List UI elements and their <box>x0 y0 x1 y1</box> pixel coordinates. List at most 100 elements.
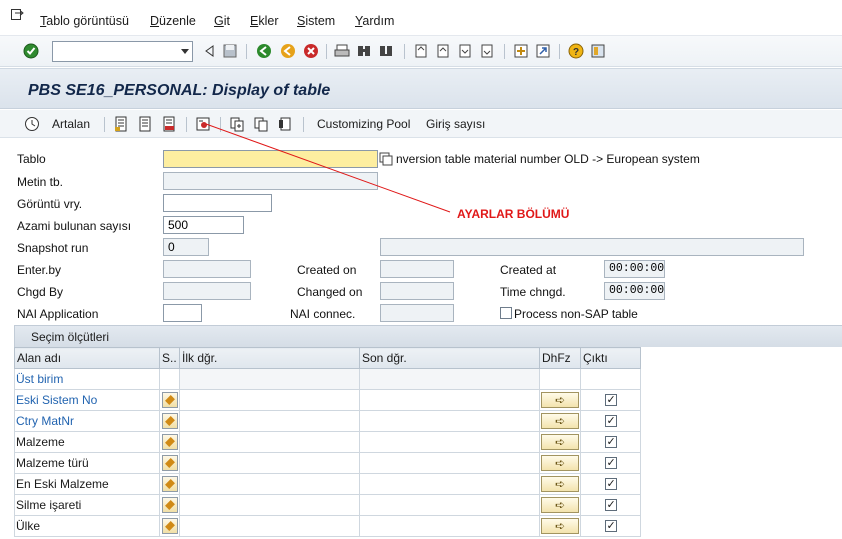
azami-input[interactable]: 500 <box>163 216 244 234</box>
enter-check-icon[interactable] <box>23 43 39 59</box>
high-value-input[interactable] <box>359 389 540 411</box>
multiple-selection-arrow-icon[interactable] <box>541 392 579 408</box>
high-value-input[interactable] <box>359 452 540 474</box>
execute-in-background-icon[interactable] <box>24 116 40 132</box>
high-value-input[interactable] <box>359 431 540 453</box>
back-icon[interactable] <box>256 43 272 59</box>
display-selection-icon[interactable] <box>253 116 269 132</box>
exit-icon[interactable] <box>280 43 296 59</box>
last-page-icon[interactable] <box>479 43 495 59</box>
field-name[interactable]: Ctry MatNr <box>14 410 160 432</box>
selection-options-icon[interactable] <box>161 413 178 429</box>
low-value-input[interactable] <box>179 431 360 453</box>
menu-yardim[interactable]: Yardım <box>355 14 394 28</box>
low-value-input[interactable] <box>179 389 360 411</box>
col-ilk-deger[interactable]: İlk dğr. <box>179 347 360 369</box>
command-field[interactable] <box>52 41 193 62</box>
output-checkbox[interactable] <box>604 414 617 427</box>
number-of-entries-icon[interactable] <box>137 116 153 132</box>
high-value-input[interactable] <box>359 515 540 537</box>
high-value-input[interactable] <box>359 368 540 390</box>
metin-label: Metin tb. <box>17 175 64 189</box>
delete-selection-icon[interactable] <box>161 116 177 132</box>
changedon-label: Changed on <box>297 285 363 299</box>
print-icon[interactable] <box>334 43 350 59</box>
svg-text:?: ? <box>573 47 579 58</box>
multiple-selection-arrow-icon[interactable] <box>541 455 579 471</box>
low-value-input[interactable] <box>179 368 360 390</box>
high-value-input[interactable] <box>359 410 540 432</box>
table-contents-icon[interactable] <box>113 116 129 132</box>
menu-sistem[interactable]: Sistem <box>297 14 335 28</box>
copy-selection-icon[interactable] <box>229 116 245 132</box>
low-value-input[interactable] <box>179 452 360 474</box>
help-icon[interactable]: ? <box>568 43 584 59</box>
menu-ekler[interactable]: Ekler <box>250 14 279 28</box>
triangle-left-icon[interactable] <box>202 43 218 59</box>
menu-duzenle[interactable]: Düzenle <box>150 14 196 28</box>
tablo-input[interactable] <box>163 150 378 168</box>
createdon-field <box>380 260 454 278</box>
goruntu-input[interactable] <box>163 194 272 212</box>
artalan-button[interactable]: Artalan <box>52 117 90 131</box>
field-name[interactable]: Üst birim <box>14 368 160 390</box>
process-non-sap-checkbox[interactable] <box>500 307 512 319</box>
output-cell <box>580 452 641 474</box>
selection-criteria-table: Alan adı S.. İlk dğr. Son dğr. DhFz Çıkt… <box>14 347 641 537</box>
low-value-input[interactable] <box>179 473 360 495</box>
new-session-icon[interactable] <box>513 43 529 59</box>
next-page-icon[interactable] <box>457 43 473 59</box>
cancel-icon[interactable] <box>303 43 319 59</box>
selection-options-icon[interactable] <box>161 518 178 534</box>
selection-options-icon[interactable] <box>161 476 178 492</box>
low-value-input[interactable] <box>179 515 360 537</box>
col-s[interactable]: S.. <box>159 347 180 369</box>
snapshot-description-field <box>380 238 804 256</box>
selection-options-icon[interactable] <box>161 497 178 513</box>
col-dhfz[interactable]: DhFz <box>539 347 581 369</box>
document-icon[interactable] <box>277 116 293 132</box>
high-value-input[interactable] <box>359 473 540 495</box>
layout-icon[interactable] <box>590 43 606 59</box>
nai-application-input[interactable] <box>163 304 202 322</box>
output-checkbox[interactable] <box>604 477 617 490</box>
low-value-input[interactable] <box>179 410 360 432</box>
selection-options-icon[interactable] <box>161 392 178 408</box>
multiple-selection-arrow-icon[interactable] <box>541 434 579 450</box>
settings-icon[interactable] <box>195 116 211 132</box>
selection-options-icon[interactable] <box>161 455 178 471</box>
col-son-deger[interactable]: Son dğr. <box>359 347 540 369</box>
high-value-input[interactable] <box>359 494 540 516</box>
metin-field <box>163 172 378 190</box>
field-name[interactable]: Eski Sistem No <box>14 389 160 411</box>
col-alan-adi[interactable]: Alan adı <box>14 347 160 369</box>
multiple-selection-arrow-icon[interactable] <box>541 497 579 513</box>
output-checkbox[interactable] <box>604 393 617 406</box>
multiple-selection-arrow-icon[interactable] <box>541 476 579 492</box>
giris-sayisi-button[interactable]: Giriş sayısı <box>426 117 485 131</box>
low-value-input[interactable] <box>179 494 360 516</box>
multiple-selection-icon[interactable] <box>379 152 393 166</box>
output-checkbox[interactable] <box>604 435 617 448</box>
menu-icon[interactable] <box>11 9 24 21</box>
output-checkbox[interactable] <box>604 519 617 532</box>
snapshot-value: 0 <box>168 240 175 254</box>
output-checkbox[interactable] <box>604 456 617 469</box>
col-cikti[interactable]: Çıktı <box>580 347 641 369</box>
multiple-selection-arrow-icon[interactable] <box>541 518 579 534</box>
save-icon[interactable] <box>222 43 238 59</box>
customizing-pool-button[interactable]: Customizing Pool <box>317 117 410 131</box>
output-checkbox[interactable] <box>604 498 617 511</box>
previous-page-icon[interactable] <box>435 43 451 59</box>
menu-tablo-gorunusu[interactable]: Tablo görüntüsü <box>40 14 129 28</box>
multiple-selection-arrow-icon[interactable] <box>541 413 579 429</box>
menu-git[interactable]: Git <box>214 14 230 28</box>
selection-options-icon[interactable] <box>161 434 178 450</box>
find-next-icon[interactable] <box>378 43 394 59</box>
find-icon[interactable] <box>356 43 372 59</box>
chevron-down-icon[interactable] <box>181 49 189 54</box>
shortcut-icon[interactable] <box>535 43 551 59</box>
first-page-icon[interactable] <box>413 43 429 59</box>
selection-options-cell <box>159 515 180 537</box>
toolbar-separator <box>246 44 247 59</box>
